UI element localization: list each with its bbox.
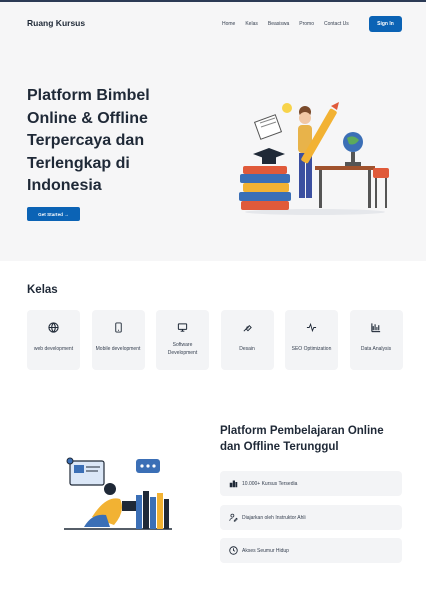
globe-icon xyxy=(47,320,61,334)
card-seo-optimization[interactable]: SEO Optimization xyxy=(285,310,338,370)
feature-courses: 10.000+ Kursus Tersedia xyxy=(220,471,402,496)
kelas-title: Kelas xyxy=(27,284,58,296)
feature-text: Diajarkan oleh Instruktor Ahli xyxy=(242,514,306,521)
platform-title: Platform Pembelajaran Online dan Offline… xyxy=(220,425,384,453)
clock-icon xyxy=(228,546,238,556)
nav-links: Home Kelas Beasiswa Promo Contact Us xyxy=(222,21,359,27)
hero-illustration xyxy=(239,102,389,215)
card-mobile-development[interactable]: Mobile development xyxy=(91,310,145,370)
card-label: web development xyxy=(33,346,74,352)
feature-instructor: Diajarkan oleh Instruktor Ahli xyxy=(220,505,402,530)
smartphone-icon xyxy=(111,320,125,334)
nav-link-promo[interactable]: Promo xyxy=(299,21,314,27)
card-data-analysis[interactable]: Data Analysis xyxy=(349,310,403,370)
get-started-button[interactable]: Get Started → xyxy=(27,207,80,221)
hero-title: Platform Bimbel Online & Offline Terperc… xyxy=(27,87,150,194)
card-desain[interactable]: Desain xyxy=(220,310,274,370)
brand-logo[interactable]: Ruang Kursus xyxy=(27,18,85,28)
signin-button[interactable]: Sign In xyxy=(369,16,402,32)
learning-illustration xyxy=(64,457,172,530)
nav-link-contact[interactable]: Contact Us xyxy=(324,21,349,27)
card-label: Desain xyxy=(239,346,255,352)
card-web-development[interactable]: web development xyxy=(27,310,80,370)
card-label: Mobile development xyxy=(95,346,141,352)
books-icon xyxy=(228,479,238,489)
kelas-cards: web development Mobile development Softw… xyxy=(27,310,403,370)
nav-link-home[interactable]: Home xyxy=(222,21,235,27)
feature-text: 10.000+ Kursus Tersedia xyxy=(242,480,298,487)
instructor-icon xyxy=(228,513,238,523)
card-software-development[interactable]: Software Development xyxy=(156,310,209,370)
card-label: Data Analysis xyxy=(360,346,392,352)
feature-lifetime-access: Akses Seumur Hidup xyxy=(220,538,402,563)
nav-link-kelas[interactable]: Kelas xyxy=(245,21,258,27)
monitor-icon xyxy=(176,320,190,334)
pen-tool-icon xyxy=(240,320,254,334)
activity-icon xyxy=(305,320,319,334)
navbar: Ruang Kursus Home Kelas Beasiswa Promo C… xyxy=(0,2,426,42)
feature-text: Akses Seumur Hidup xyxy=(242,547,289,554)
nav-link-beasiswa[interactable]: Beasiswa xyxy=(268,21,289,27)
bar-chart-icon xyxy=(369,320,383,334)
card-label: SEO Optimization xyxy=(291,346,332,352)
card-label: Software Development xyxy=(167,342,198,356)
